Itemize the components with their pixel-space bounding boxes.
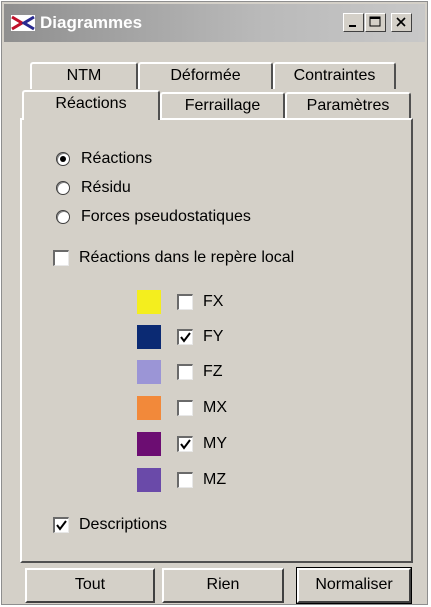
radio-button[interactable] [56,210,70,224]
app-icon [11,15,35,31]
checkbox-label: MX [203,399,227,416]
checkmark-icon [56,520,67,531]
rien-button[interactable]: Rien [162,568,284,603]
radio-button[interactable] [56,152,70,166]
checkbox[interactable] [177,400,193,416]
tab-deformee[interactable]: Déformée [138,62,273,89]
tab-ferraillage[interactable]: Ferraillage [160,92,285,119]
radio-forces-pseudostatiques[interactable]: Forces pseudostatiques [56,208,251,226]
checkbox-descriptions[interactable]: Descriptions [53,516,167,534]
color-swatch-fz[interactable] [137,360,161,384]
tab-reactions[interactable]: Réactions [22,90,160,120]
close-icon [396,17,406,27]
checkbox-fx[interactable]: FX [177,293,223,311]
normaliser-button[interactable]: Normaliser [296,567,412,604]
checkbox-label: Réactions dans le repère local [79,249,295,266]
checkbox[interactable] [177,294,193,310]
checkbox-local-frame[interactable]: Réactions dans le repère local [53,249,294,267]
checkbox-my[interactable]: MY [177,435,227,453]
color-swatch-fy[interactable] [137,325,161,349]
minimize-button[interactable] [343,13,364,32]
tab-ntm[interactable]: NTM [30,62,138,89]
tab-parametres[interactable]: Paramètres [285,92,411,119]
checkbox-label: FZ [203,363,223,380]
radio-label: Forces pseudostatiques [81,208,251,225]
checkbox[interactable] [53,250,69,266]
minimize-icon [349,25,356,27]
checkmark-icon [180,332,191,343]
maximize-icon [369,16,381,27]
checkmark-icon [180,439,191,450]
checkbox-label: MY [203,435,227,452]
checkbox-label: FX [203,293,224,310]
checkbox-mz[interactable]: MZ [177,471,226,489]
checkbox-label: Descriptions [79,516,168,533]
title-bar[interactable]: Diagrammes [4,4,425,42]
checkbox-fz[interactable]: FZ [177,363,223,381]
checkbox[interactable] [177,472,193,488]
radio-label: Réactions [81,150,153,167]
checkbox[interactable] [53,517,69,533]
color-swatch-my[interactable] [137,432,161,456]
checkbox-label: MZ [203,471,227,488]
color-swatch-mz[interactable] [137,468,161,492]
checkbox[interactable] [177,364,193,380]
tout-button[interactable]: Tout [25,568,155,603]
radio-residu[interactable]: Résidu [56,179,131,197]
checkbox-mx[interactable]: MX [177,399,227,417]
color-swatch-fx[interactable] [137,290,161,314]
color-swatch-mx[interactable] [137,396,161,420]
tab-contraintes[interactable]: Contraintes [273,62,396,89]
checkbox[interactable] [177,329,193,345]
window-title: Diagrammes [40,13,143,32]
maximize-button[interactable] [365,13,386,32]
checkbox-fy[interactable]: FY [177,328,223,346]
checkbox-label: FY [203,328,224,345]
radio-button[interactable] [56,181,70,195]
close-button[interactable] [391,13,412,32]
diagrammes-window: Diagrammes NTM Déformée Contraintes Réac… [1,1,428,605]
radio-label: Résidu [81,179,131,196]
radio-reactions[interactable]: Réactions [56,150,152,168]
checkbox[interactable] [177,436,193,452]
